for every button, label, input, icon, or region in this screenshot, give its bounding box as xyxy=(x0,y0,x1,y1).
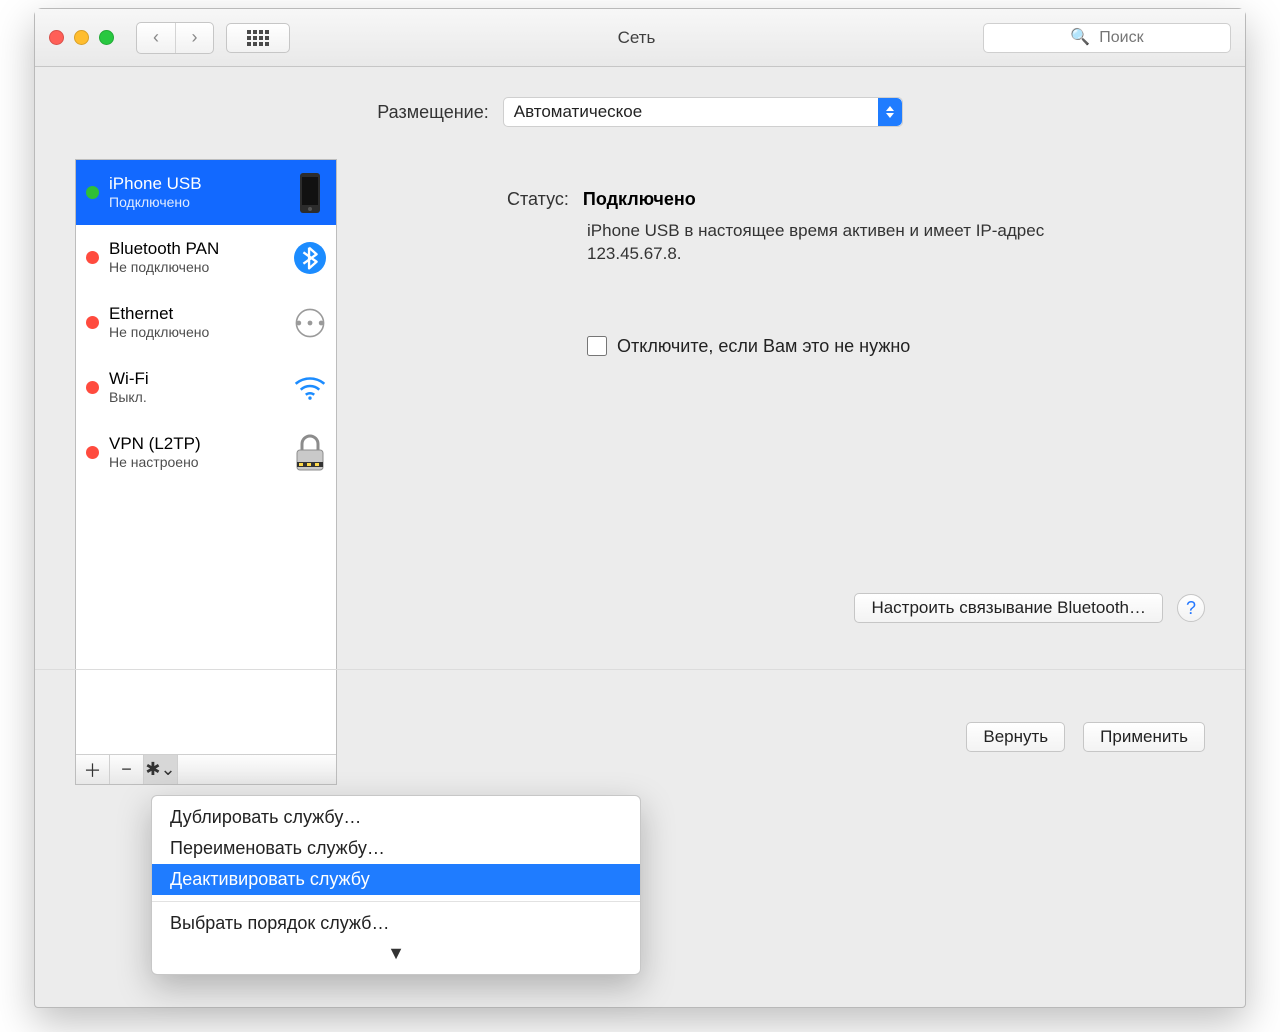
status-label: Статус: xyxy=(507,189,569,210)
close-window-button[interactable] xyxy=(49,30,64,45)
forward-button[interactable]: › xyxy=(175,23,213,53)
service-type-icon xyxy=(294,302,326,344)
stepper-icon xyxy=(878,98,902,126)
service-status: Не подключено xyxy=(109,324,284,340)
grid-icon xyxy=(247,30,269,46)
menu-item[interactable]: Дублировать службу… xyxy=(152,802,640,833)
status-dot-icon xyxy=(86,446,99,459)
service-row[interactable]: Wi-FiВыкл. xyxy=(76,355,336,420)
revert-button[interactable]: Вернуть xyxy=(966,722,1065,752)
menu-item[interactable]: Выбрать порядок служб… xyxy=(152,908,640,939)
disable-if-unneeded-row[interactable]: Отключите, если Вам это не нужно xyxy=(587,336,1205,357)
location-label: Размещение: xyxy=(377,102,488,123)
back-button[interactable]: ‹ xyxy=(137,23,175,53)
service-status: Не подключено xyxy=(109,259,284,275)
disable-if-unneeded-label: Отключите, если Вам это не нужно xyxy=(617,336,910,357)
disable-if-unneeded-checkbox[interactable] xyxy=(587,336,607,356)
window-controls xyxy=(49,30,114,45)
service-status: Подключено xyxy=(109,194,284,210)
service-row[interactable]: EthernetНе подключено xyxy=(76,290,336,355)
help-button[interactable]: ? xyxy=(1177,594,1205,622)
help-icon: ? xyxy=(1186,598,1196,619)
service-name: Wi-Fi xyxy=(109,370,284,389)
search-input[interactable] xyxy=(983,23,1231,53)
titlebar: ‹ › Сеть xyxy=(35,9,1245,67)
menu-scroll-down-icon[interactable]: ▼ xyxy=(152,939,640,964)
chevron-left-icon: ‹ xyxy=(153,27,159,48)
service-row[interactable]: Bluetooth PANНе подключено xyxy=(76,225,336,290)
status-dot-icon xyxy=(86,251,99,264)
zoom-window-button[interactable] xyxy=(99,30,114,45)
service-row[interactable]: iPhone USBПодключено xyxy=(76,160,336,225)
status-dot-icon xyxy=(86,186,99,199)
service-actions-menu: Дублировать службу…Переименовать службу…… xyxy=(151,795,641,975)
network-preferences-window: ‹ › Сеть Размещение: Автоматическое iPho… xyxy=(34,8,1246,1008)
minimize-window-button[interactable] xyxy=(74,30,89,45)
service-row[interactable]: VPN (L2TP)Не настроено xyxy=(76,420,336,485)
service-type-icon xyxy=(294,172,326,214)
menu-item[interactable]: Переименовать службу… xyxy=(152,833,640,864)
status-dot-icon xyxy=(86,381,99,394)
location-select-value: Автоматическое xyxy=(514,102,642,122)
status-value: Подключено xyxy=(583,189,696,210)
service-name: iPhone USB xyxy=(109,175,284,194)
show-all-prefs-button[interactable] xyxy=(226,23,290,53)
nav-segment: ‹ › xyxy=(136,22,214,54)
service-type-icon xyxy=(294,432,326,474)
configure-bluetooth-button[interactable]: Настроить связывание Bluetooth… xyxy=(854,593,1163,623)
service-status: Не настроено xyxy=(109,454,284,470)
apply-button[interactable]: Применить xyxy=(1083,722,1205,752)
service-name: Ethernet xyxy=(109,305,284,324)
window-title: Сеть xyxy=(290,28,983,48)
service-type-icon xyxy=(294,237,326,279)
chevron-right-icon: › xyxy=(192,27,198,48)
location-select[interactable]: Автоматическое xyxy=(503,97,903,127)
menu-item[interactable]: Деактивировать службу xyxy=(152,864,640,895)
service-type-icon xyxy=(294,367,326,409)
service-name: VPN (L2TP) xyxy=(109,435,284,454)
status-description: iPhone USB в настоящее время активен и и… xyxy=(587,220,1107,266)
service-status: Выкл. xyxy=(109,389,284,405)
status-dot-icon xyxy=(86,316,99,329)
service-name: Bluetooth PAN xyxy=(109,240,284,259)
